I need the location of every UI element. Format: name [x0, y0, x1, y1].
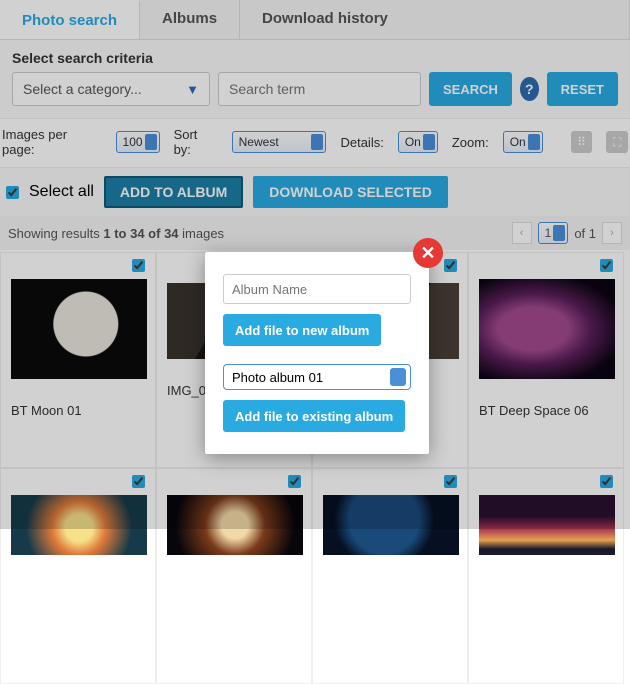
existing-album-select[interactable]: Photo album 01 — [223, 364, 411, 390]
existing-album-value: Photo album 01 — [232, 370, 323, 385]
add-to-album-modal: ✕ Add file to new album Photo album 01 A… — [205, 252, 429, 454]
chevron-down-icon — [390, 368, 406, 386]
album-name-input[interactable] — [223, 274, 411, 304]
add-new-album-button[interactable]: Add file to new album — [223, 314, 381, 346]
add-existing-album-button[interactable]: Add file to existing album — [223, 400, 405, 432]
close-icon[interactable]: ✕ — [413, 238, 443, 268]
